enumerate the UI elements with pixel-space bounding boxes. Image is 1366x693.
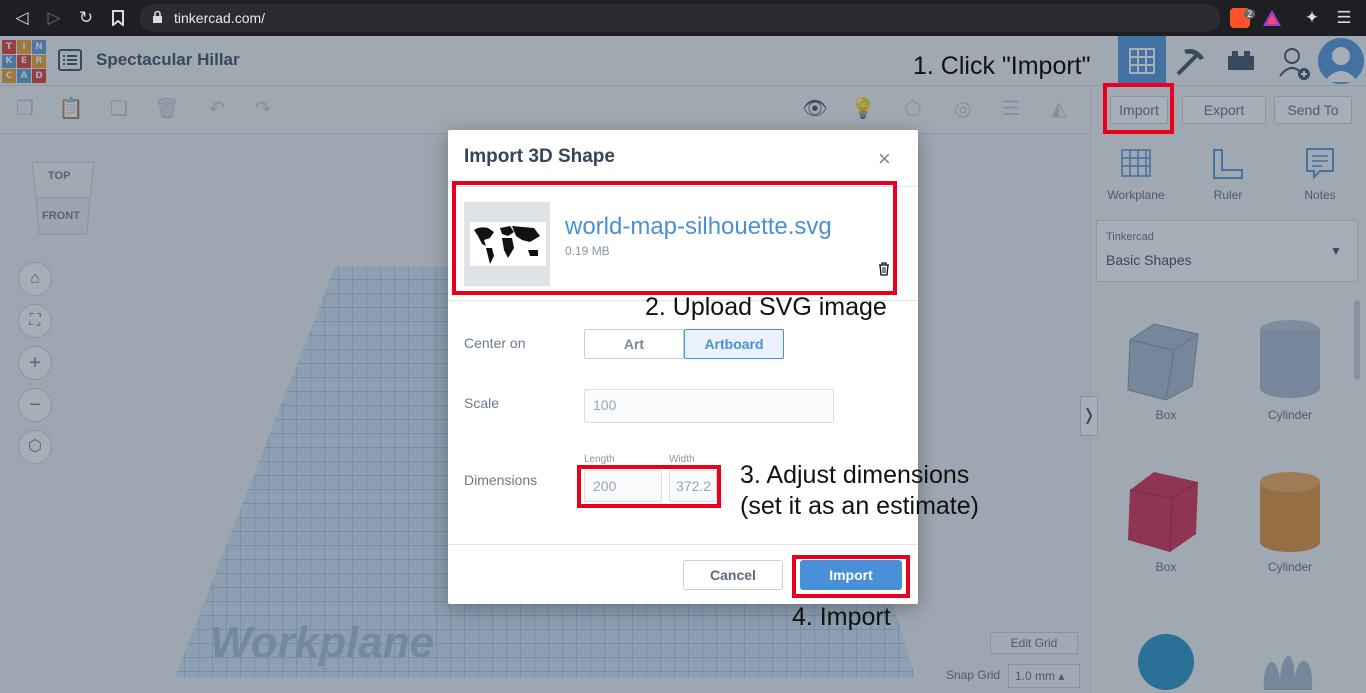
back-icon[interactable]: ◁ <box>10 6 34 30</box>
scale-input[interactable]: 100 <box>584 389 834 423</box>
center-art-button[interactable]: Art <box>584 329 684 359</box>
highlight-dimensions <box>577 465 721 508</box>
extension-badge: 2 <box>1244 9 1256 19</box>
dimensions-label: Dimensions <box>464 472 538 488</box>
annotation-step-1: 1. Click "Import" <box>913 52 1091 80</box>
cancel-button[interactable]: Cancel <box>683 560 783 590</box>
dialog-divider <box>448 544 918 545</box>
address-bar[interactable] <box>140 4 1220 32</box>
highlight-dialog-import <box>792 555 910 598</box>
length-label: Length <box>584 454 615 465</box>
highlight-file-upload <box>452 181 897 295</box>
close-icon[interactable]: × <box>878 146 891 172</box>
center-artboard-button[interactable]: Artboard <box>684 329 784 359</box>
bookmark-icon[interactable] <box>106 6 130 30</box>
annotation-step-3-line-1: 3. Adjust dimensions <box>740 461 970 489</box>
center-on-label: Center on <box>464 335 526 351</box>
extensions-icon[interactable]: ✦ <box>1300 6 1324 30</box>
forward-icon[interactable]: ▷ <box>42 6 66 30</box>
dialog-title: Import 3D Shape <box>464 146 615 167</box>
highlight-import-button <box>1103 83 1174 134</box>
brave-rewards-icon[interactable] <box>1262 9 1282 27</box>
annotation-step-3-line-2: (set it as an estimate) <box>740 492 979 520</box>
lock-icon <box>153 10 162 23</box>
scale-label: Scale <box>464 395 500 411</box>
url-text[interactable]: tinkercad.com/ <box>174 10 265 26</box>
browser-menu-icon[interactable]: ☰ <box>1332 6 1356 30</box>
reload-icon[interactable]: ↻ <box>74 6 98 30</box>
annotation-step-2: 2. Upload SVG image <box>645 293 887 321</box>
annotation-step-4: 4. Import <box>792 603 891 631</box>
width-label: Width <box>669 454 695 465</box>
